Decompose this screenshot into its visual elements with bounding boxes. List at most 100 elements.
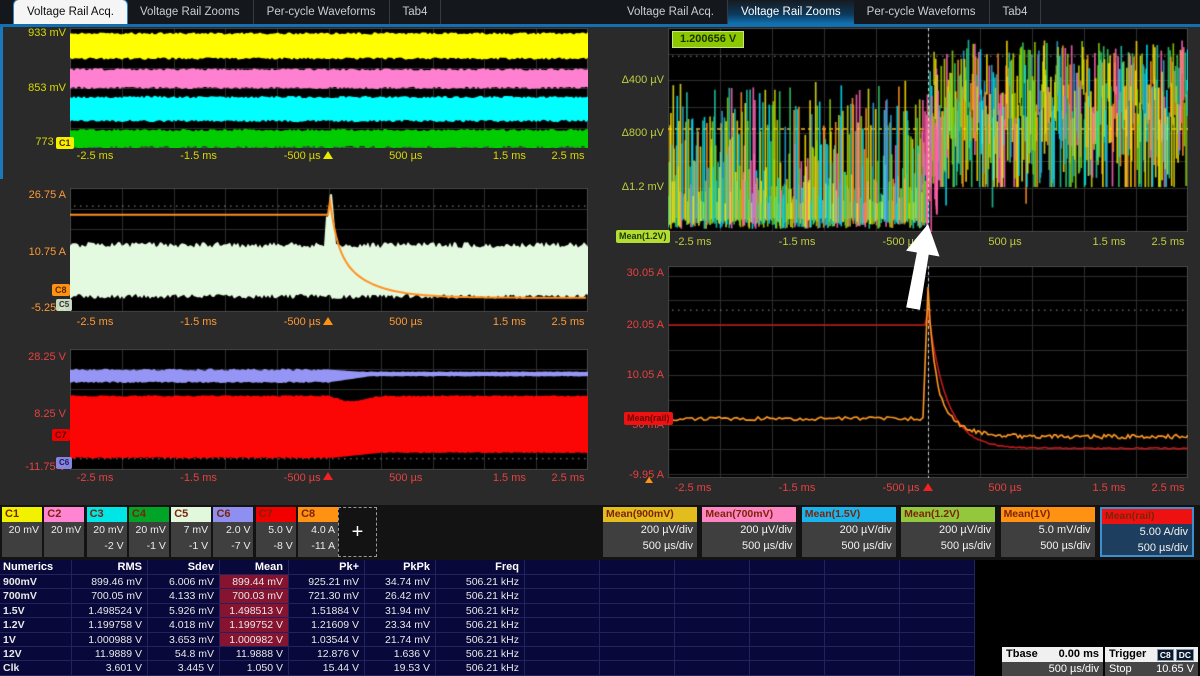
trigger-level: 10.65 V — [1156, 662, 1194, 676]
measurement-name: 900mV — [0, 575, 72, 589]
add-channel-button[interactable]: + — [338, 507, 377, 557]
timebase-box[interactable]: Tbase 0.00 ms 500 µs/div — [1002, 647, 1103, 676]
empty-cell — [600, 604, 675, 618]
empty-cell — [675, 647, 750, 661]
trigger-position-marker[interactable] — [323, 151, 333, 159]
time-tick-label: -1.5 ms — [779, 236, 816, 248]
empty-cell — [600, 661, 675, 675]
empty-cell — [600, 647, 675, 661]
trigger-position-marker[interactable] — [323, 317, 333, 325]
zoom-descriptor[interactable]: Mean(1V) 5.0 mV/div 500 µs/div — [1001, 507, 1095, 557]
empty-cell — [900, 604, 975, 618]
tab-voltage-rail-acq-right[interactable]: Voltage Rail Acq. — [614, 0, 728, 24]
tab-label: Per-cycle Waveforms — [267, 6, 376, 18]
channel-header: C5 — [171, 507, 211, 522]
channel-c7-badge[interactable]: C7 — [52, 429, 70, 441]
time-tick-label: -1.5 ms — [180, 316, 217, 328]
trigger-position-marker[interactable] — [323, 472, 333, 480]
plot-zoom-rail-means[interactable] — [668, 28, 1188, 232]
tab-label: Voltage Rail Zooms — [741, 6, 841, 18]
tab-per-cycle-waveforms-right[interactable]: Per-cycle Waveforms — [854, 0, 990, 24]
sdev-value: 54.8 mV — [148, 647, 220, 661]
channel-c5-badge[interactable]: C5 — [56, 299, 72, 311]
trigger-level-marker[interactable] — [645, 477, 653, 483]
channel-descriptor[interactable]: C5 7 mV -1 V — [171, 507, 211, 557]
numerics-row: 1.5V 1.498524 V 5.926 mV 1.498513 V 1.51… — [0, 604, 975, 618]
empty-cell — [525, 589, 600, 603]
tab-voltage-rail-zooms-left[interactable]: Voltage Rail Zooms — [127, 0, 254, 24]
empty-cell — [525, 575, 600, 589]
trigger-position-marker[interactable] — [923, 483, 933, 491]
empty-cell — [900, 589, 975, 603]
channel-header: C2 — [44, 507, 84, 522]
zoom-vertical-scale: 5.00 A/div — [1102, 524, 1192, 540]
tab-tab4-right[interactable]: Tab4 — [990, 0, 1042, 24]
numerics-row: 700mV 700.05 mV 4.133 mV 700.03 mV 721.3… — [0, 589, 975, 603]
zoom-descriptor[interactable]: Mean(700mV) 200 µV/div 500 µs/div — [702, 507, 796, 557]
sdev-value: 5.926 mV — [148, 604, 220, 618]
channel-c8-badge[interactable]: C8 — [52, 284, 70, 296]
empty-cell — [825, 560, 900, 575]
trigger-header: Trigger C8DC — [1105, 647, 1198, 662]
zoom-descriptor[interactable]: Mean(900mV) 200 µV/div 500 µs/div — [603, 507, 697, 557]
empty-cell — [600, 618, 675, 632]
channel-header: C4 — [129, 507, 169, 522]
channel-scale: 20 mV — [2, 522, 42, 538]
channel-c1-badge[interactable]: C1 — [56, 137, 74, 149]
tab-voltage-rail-zooms-right[interactable]: Voltage Rail Zooms — [728, 0, 854, 24]
mean-value: 899.44 mV — [220, 575, 289, 589]
channel-c6-badge[interactable]: C6 — [56, 457, 72, 469]
channel-descriptor[interactable]: C4 20 mV -1 V — [129, 507, 169, 557]
channel-offset — [44, 538, 84, 554]
channel-scale: 2.0 V — [213, 522, 253, 538]
empty-cell — [525, 560, 600, 575]
rms-value: 1.498524 V — [72, 604, 148, 618]
tab-group-right: Voltage Rail Acq. Voltage Rail Zooms Per… — [614, 0, 1041, 24]
rms-value: 700.05 mV — [72, 589, 148, 603]
channel-descriptor[interactable]: C3 20 mV -2 V — [87, 507, 127, 557]
zoom-descriptor[interactable]: Mean(1.2V) 200 µV/div 500 µs/div — [901, 507, 995, 557]
trigger-mode: Stop — [1109, 662, 1132, 676]
mean-rail-marker-badge[interactable]: Mean(rail) — [624, 412, 673, 425]
time-tick-label: 500 µs — [389, 150, 422, 162]
col-header: Numerics — [0, 560, 72, 575]
zoom-descriptor[interactable]: Mean(rail) 5.00 A/div 500 µs/div — [1100, 507, 1194, 557]
time-tick-label: 500 µs — [389, 472, 422, 484]
plot-voltage-rails-acq[interactable] — [70, 28, 588, 148]
empty-cell — [600, 633, 675, 647]
col-header: Pk+ — [289, 560, 365, 575]
tab-label: Tab4 — [403, 6, 428, 18]
channel-descriptor[interactable]: C1 20 mV — [2, 507, 42, 557]
time-tick-label: 2.5 ms — [551, 316, 584, 328]
mean-value: 1.498513 V — [220, 604, 289, 618]
tab-per-cycle-waveforms-left[interactable]: Per-cycle Waveforms — [254, 0, 390, 24]
channel-descriptor[interactable]: C8 4.0 A -11 A — [298, 507, 338, 557]
trigger-box[interactable]: Trigger C8DC Stop 10.65 V — [1105, 647, 1198, 676]
empty-cell — [525, 661, 600, 675]
empty-cell — [900, 575, 975, 589]
mean-1v2-marker-badge[interactable]: Mean(1.2V) — [616, 230, 670, 243]
empty-cell — [525, 604, 600, 618]
col-header: Freq — [436, 560, 525, 575]
channel-descriptor[interactable]: C6 2.0 V -7 V — [213, 507, 253, 557]
tab-label: Per-cycle Waveforms — [867, 6, 976, 18]
plot-supply-voltages[interactable] — [70, 349, 588, 470]
zoom-descriptor[interactable]: Mean(1.5V) 200 µV/div 500 µs/div — [802, 507, 896, 557]
axis-label: Δ800 µV — [598, 127, 664, 139]
empty-cell — [750, 604, 825, 618]
channel-offset — [2, 538, 42, 554]
channel-descriptor[interactable]: C7 5.0 V -8 V — [256, 507, 296, 557]
zoom-descriptor-header: Mean(900mV) — [603, 507, 697, 522]
tab-voltage-rail-acq-left[interactable]: Voltage Rail Acq. — [14, 0, 127, 24]
axis-label: 10.05 A — [598, 369, 664, 381]
axis-label: 933 mV — [0, 27, 66, 39]
channel-descriptor[interactable]: C2 20 mV — [44, 507, 84, 557]
zoom-descriptor-header: Mean(700mV) — [702, 507, 796, 522]
zoom-descriptor-label: Mean(1V) — [1004, 508, 1051, 520]
tab-tab4-left[interactable]: Tab4 — [390, 0, 442, 24]
plot-load-current[interactable] — [70, 188, 588, 312]
zoom-descriptor-header: Mean(1V) — [1001, 507, 1095, 522]
time-tick-label: 500 µs — [389, 316, 422, 328]
trigger-body: Stop 10.65 V — [1105, 662, 1198, 676]
pkpk-value: 26.42 mV — [365, 589, 436, 603]
